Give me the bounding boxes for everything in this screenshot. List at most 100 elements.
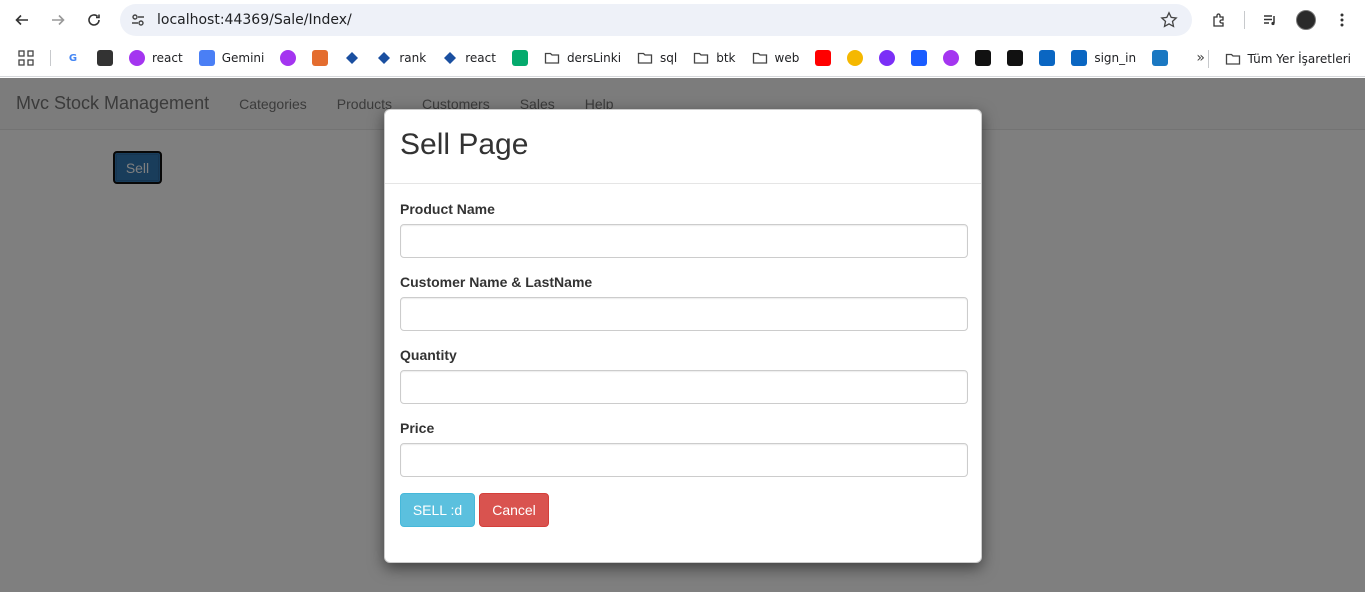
bookmark-label: rank [399, 51, 427, 65]
cancel-button[interactable]: Cancel [479, 493, 549, 527]
copilot-icon [312, 50, 329, 66]
bookmark-item[interactable] [847, 50, 864, 66]
back-button[interactable] [7, 5, 37, 35]
bookmark-label: sql [660, 51, 678, 65]
bookmark-label: Gemini [221, 51, 265, 65]
customer-name-group: Customer Name & LastName [400, 274, 968, 331]
apps-grid-icon [18, 50, 34, 66]
bookmark-item[interactable]: dersLinki [544, 50, 621, 66]
bookmark-label: react [465, 51, 496, 65]
w3-icon [511, 50, 528, 66]
bookmark-label: btk [716, 51, 736, 65]
diamond-icon [442, 50, 458, 66]
sell-submit-button[interactable]: SELL :d [400, 493, 475, 527]
udemy-icon [129, 50, 145, 66]
folder-icon [544, 50, 560, 66]
site-settings-icon[interactable] [128, 10, 148, 30]
chatgpt-icon [97, 50, 113, 66]
bookmark-item[interactable] [280, 50, 297, 66]
bookmark-item[interactable]: Gemini [198, 50, 265, 66]
customer-name-label: Customer Name & LastName [400, 274, 593, 290]
circle-icon [847, 50, 864, 66]
bookmark-item[interactable] [97, 50, 113, 66]
bookmark-item[interactable]: web [752, 50, 800, 66]
bookmark-item[interactable]: react [129, 50, 183, 66]
y-icon [911, 50, 928, 66]
bookmark-label: web [774, 51, 800, 65]
bookmark-list: Greact Gemini rank react dersLinki sql btk web s… [65, 50, 1184, 66]
reload-button[interactable] [79, 5, 109, 35]
folder-icon [752, 50, 768, 66]
url-text[interactable]: localhost:44369/Sale/Index/ [157, 12, 352, 28]
bookmark-item[interactable] [911, 50, 928, 66]
bookmark-item[interactable]: sql [637, 50, 677, 66]
modal-actions: SELL :d Cancel [400, 493, 966, 527]
diamond-icon [376, 50, 392, 66]
bookmarks-divider-right [1208, 50, 1210, 68]
bookmark-label: dersLinki [566, 51, 622, 65]
folder-icon [693, 50, 709, 66]
menu-button[interactable] [1327, 5, 1357, 35]
profile-button[interactable] [1291, 5, 1321, 35]
modal-body: Product Name Customer Name & LastName Qu… [385, 184, 981, 542]
arrow-right-icon [52, 14, 65, 26]
folder-icon [1226, 53, 1241, 65]
udemy-icon [943, 50, 960, 66]
quantity-group: Quantity [400, 347, 968, 404]
toolbar-divider [1244, 11, 1245, 29]
address-bar[interactable]: localhost:44369/Sale/Index/ [120, 4, 1192, 36]
google-icon: G [68, 52, 78, 64]
forward-button[interactable] [43, 5, 73, 35]
bookmark-item[interactable]: react [442, 50, 496, 66]
product-name-group: Product Name [400, 201, 968, 258]
bookmark-item[interactable]: rank [376, 50, 426, 66]
bookmark-item[interactable] [312, 50, 329, 66]
kebab-menu-icon [1340, 13, 1344, 27]
media-button[interactable] [1255, 5, 1285, 35]
product-name-input[interactable] [400, 224, 968, 258]
bookmark-star-icon[interactable] [1160, 11, 1178, 29]
bookmark-item[interactable]: btk [693, 50, 736, 66]
price-label: Price [400, 420, 435, 436]
bookmark-item[interactable] [1039, 50, 1056, 66]
video-icon [1152, 50, 1169, 66]
extensions-button[interactable] [1204, 5, 1234, 35]
customer-name-input[interactable] [400, 297, 968, 331]
all-bookmarks-label: Tüm Yer İşaretleri [1247, 52, 1351, 66]
quantity-input[interactable] [400, 370, 968, 404]
puzzle-icon [1213, 13, 1224, 27]
bookmark-label: sign_in [1094, 51, 1137, 65]
bookmark-item[interactable] [815, 50, 832, 66]
bookmark-item[interactable] [975, 50, 992, 66]
sell-modal: Sell Page Product Name Customer Name & L… [384, 109, 982, 563]
bookmark-item[interactable] [943, 50, 960, 66]
folder-icon [637, 50, 653, 66]
product-name-label: Product Name [400, 201, 495, 217]
bookmark-item[interactable] [1007, 50, 1024, 66]
planet-icon [879, 50, 896, 66]
playlist-icon [1264, 15, 1275, 26]
linkedin-icon [1039, 50, 1056, 66]
bookmark-item[interactable]: G [65, 50, 81, 66]
bookmark-item[interactable] [511, 50, 528, 66]
price-group: Price [400, 420, 968, 477]
bot-icon [280, 50, 297, 66]
reload-icon [88, 14, 100, 26]
bookmark-item[interactable]: sign_in [1071, 50, 1136, 66]
toolbar-actions [1204, 5, 1357, 35]
youtube-icon [815, 50, 832, 66]
modal-header: Sell Page [385, 110, 981, 184]
diamond-icon [344, 50, 360, 66]
arrow-left-icon [15, 14, 28, 26]
all-bookmarks-button[interactable]: Tüm Yer İşaretleri [1204, 50, 1351, 68]
page-content: Mvc Stock Management Categories Products… [0, 78, 1365, 592]
quantity-label: Quantity [400, 347, 457, 363]
bookmark-item[interactable] [344, 50, 360, 66]
apps-button[interactable] [18, 50, 34, 66]
bookmark-item[interactable] [879, 50, 896, 66]
avatar [1296, 10, 1316, 30]
price-input[interactable] [400, 443, 968, 477]
pattern-icon [1007, 50, 1024, 66]
bookmark-item[interactable] [1152, 50, 1169, 66]
modal-title: Sell Page [400, 128, 529, 161]
